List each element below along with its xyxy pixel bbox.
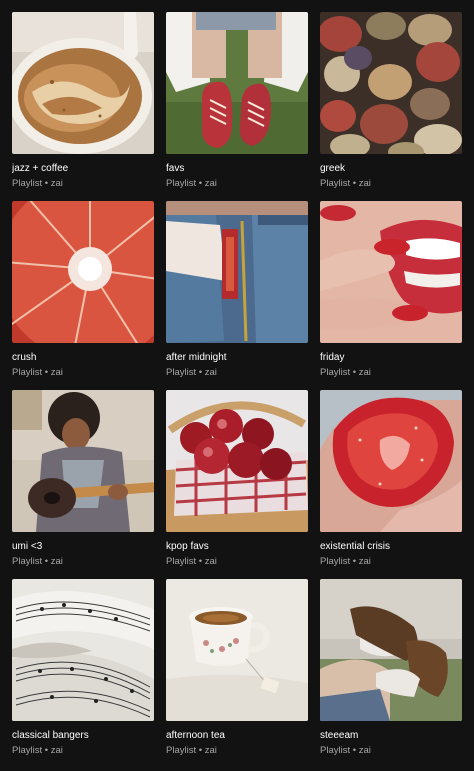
playlist-subtitle: Playlist • zai bbox=[320, 178, 371, 189]
playlist-card[interactable]: friday Playlist • zai bbox=[320, 201, 462, 390]
playlist-title: existential crisis bbox=[320, 541, 391, 552]
playlist-card[interactable]: crush Playlist • zai bbox=[12, 201, 154, 390]
playlist-card[interactable]: after midnight Playlist • zai bbox=[166, 201, 308, 390]
playlist-cover-image bbox=[166, 390, 308, 532]
playlist-title: afternoon tea bbox=[166, 730, 225, 741]
playlist-cover-image bbox=[320, 579, 462, 721]
playlist-title: favs bbox=[166, 163, 185, 174]
denim-jeans-icon bbox=[166, 201, 308, 343]
playlist-card[interactable]: jazz + coffee Playlist • zai bbox=[12, 12, 154, 201]
playlist-title: kpop favs bbox=[166, 541, 209, 552]
playlist-card[interactable]: kpop favs Playlist • zai bbox=[166, 390, 308, 579]
playlist-title: umi <3 bbox=[12, 541, 43, 552]
playlist-grid: jazz + coffee Playlist • zai favs Playli… bbox=[12, 12, 462, 768]
playlist-card[interactable]: umi <3 Playlist • zai bbox=[12, 390, 154, 579]
playlist-card[interactable]: steeeam Playlist • zai bbox=[320, 579, 462, 768]
teacup-icon bbox=[166, 579, 308, 721]
playlist-cover-image bbox=[320, 12, 462, 154]
loafers-icon bbox=[320, 579, 462, 721]
playlist-library-screen: jazz + coffee Playlist • zai favs Playli… bbox=[0, 0, 474, 771]
playlist-title: jazz + coffee bbox=[12, 163, 69, 174]
playlist-cover-image bbox=[166, 579, 308, 721]
playlist-card[interactable]: afternoon tea Playlist • zai bbox=[166, 579, 308, 768]
coffee-latte-icon bbox=[12, 12, 154, 154]
red-lips-icon bbox=[320, 201, 462, 343]
playlist-subtitle: Playlist • zai bbox=[12, 178, 63, 189]
playlist-subtitle: Playlist • zai bbox=[166, 556, 217, 567]
playlist-card[interactable]: favs Playlist • zai bbox=[166, 12, 308, 201]
playlist-subtitle: Playlist • zai bbox=[320, 556, 371, 567]
playlist-title: friday bbox=[320, 352, 345, 363]
playlist-subtitle: Playlist • zai bbox=[12, 556, 63, 567]
playlist-title: crush bbox=[12, 352, 37, 363]
strawberry-icon bbox=[320, 390, 462, 532]
sneakers-icon bbox=[166, 12, 308, 154]
playlist-title: after midnight bbox=[166, 352, 227, 363]
playlist-subtitle: Playlist • zai bbox=[12, 367, 63, 378]
playlist-cover-image bbox=[320, 201, 462, 343]
playlist-cover-image bbox=[12, 12, 154, 154]
playlist-cover-image bbox=[12, 201, 154, 343]
playlist-subtitle: Playlist • zai bbox=[320, 367, 371, 378]
sheet-music-icon bbox=[12, 579, 154, 721]
grapefruit-icon bbox=[12, 201, 154, 343]
playlist-subtitle: Playlist • zai bbox=[166, 745, 217, 756]
playlist-title: greek bbox=[320, 163, 346, 174]
playlist-card[interactable]: existential crisis Playlist • zai bbox=[320, 390, 462, 579]
playlist-card[interactable]: greek Playlist • zai bbox=[320, 12, 462, 201]
guitar-girl-icon bbox=[12, 390, 154, 532]
playlist-subtitle: Playlist • zai bbox=[12, 745, 63, 756]
playlist-subtitle: Playlist • zai bbox=[166, 178, 217, 189]
playlist-cover-image bbox=[166, 12, 308, 154]
playlist-cover-image bbox=[12, 390, 154, 532]
playlist-subtitle: Playlist • zai bbox=[166, 367, 217, 378]
apple-basket-icon bbox=[166, 390, 308, 532]
playlist-subtitle: Playlist • zai bbox=[320, 745, 371, 756]
playlist-title: steeeam bbox=[320, 730, 359, 741]
playlist-cover-image bbox=[166, 201, 308, 343]
stones-icon bbox=[320, 12, 462, 154]
playlist-cover-image bbox=[320, 390, 462, 532]
playlist-card[interactable]: classical bangers Playlist • zai bbox=[12, 579, 154, 768]
playlist-cover-image bbox=[12, 579, 154, 721]
playlist-title: classical bangers bbox=[12, 730, 89, 741]
